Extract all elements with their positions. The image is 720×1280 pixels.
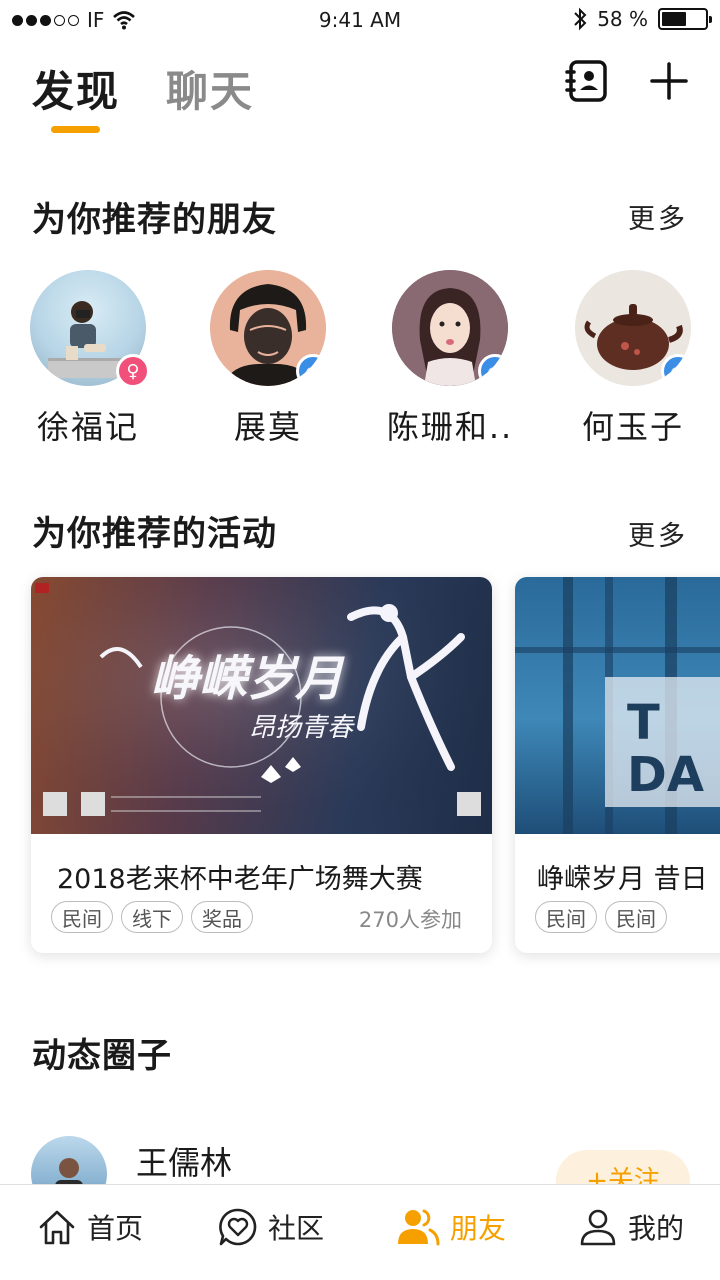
- status-right: 58 %: [573, 7, 712, 31]
- active-tab-indicator: [51, 126, 100, 133]
- avatar[interactable]: ♂: [210, 270, 326, 386]
- battery-icon: [658, 8, 712, 30]
- friends-more-link[interactable]: 更多: [628, 197, 688, 236]
- event-card[interactable]: T DA 峥嵘岁月 昔日 民间 民间: [515, 577, 720, 953]
- tag: 民间: [605, 901, 667, 933]
- male-gender-icon: ♂: [661, 354, 691, 386]
- friend-name: 徐福记: [36, 408, 139, 446]
- friends-icon: [398, 1209, 440, 1246]
- event-title: 峥嵘岁月 昔日: [537, 864, 708, 895]
- nav-profile[interactable]: 我的: [578, 1207, 684, 1247]
- nav-home[interactable]: 首页: [37, 1207, 143, 1247]
- bluetooth-icon: [574, 7, 587, 31]
- banner-headline: T DA: [627, 695, 704, 803]
- avatar[interactable]: ♂: [575, 270, 691, 386]
- event-banner[interactable]: T DA: [515, 577, 720, 834]
- event-banner[interactable]: 峥嵘岁月 昂扬青春: [31, 577, 492, 834]
- event-card[interactable]: 峥嵘岁月 昂扬青春 2018老来杯中老年广场舞大赛 民间 线下 奖品 270人参…: [31, 577, 492, 953]
- add-button[interactable]: [646, 58, 692, 104]
- tag: 民间: [535, 901, 597, 933]
- nav-home-label: 首页: [87, 1212, 144, 1245]
- tag: 线下: [121, 901, 183, 933]
- contacts-book-icon: [565, 60, 607, 102]
- plus-icon: [650, 62, 688, 100]
- event-tags: 民间 民间: [535, 901, 667, 933]
- events-more-link[interactable]: 更多: [628, 514, 688, 553]
- feed-section-title: 动态圈子: [32, 1036, 172, 1076]
- banner-subheadline: 昂扬青春: [249, 713, 354, 743]
- contacts-button[interactable]: [564, 58, 610, 104]
- nav-community-label: 社区: [268, 1212, 325, 1245]
- friend-card[interactable]: ♂ 陈珊和..: [360, 270, 540, 448]
- avatar[interactable]: ♀: [30, 270, 150, 388]
- top-tab-bar: 发现 聊天: [32, 58, 254, 119]
- nav-community[interactable]: 社区: [218, 1207, 324, 1247]
- heart-chat-icon: [219, 1208, 257, 1246]
- banner-headline: 峥嵘岁月: [151, 651, 344, 707]
- event-title: 2018老来杯中老年广场舞大赛: [57, 864, 423, 895]
- friend-card[interactable]: ♀ 徐福记: [0, 270, 178, 448]
- home-icon: [39, 1210, 75, 1245]
- nav-friends-label: 朋友: [450, 1212, 507, 1245]
- participant-count: 270人参加: [358, 908, 462, 932]
- friend-card[interactable]: ♂ 何玉子: [543, 270, 720, 448]
- avatar[interactable]: ♂: [392, 270, 508, 386]
- status-bar: IF 9:41 AM 58 %: [0, 0, 720, 40]
- tag: 民间: [51, 901, 113, 933]
- friends-list: ♀ 徐福记 ♂ 展莫 ♂ 陈珊和.. ♂ 何玉子: [0, 270, 720, 450]
- feed-user-name[interactable]: 王儒林: [136, 1138, 232, 1184]
- tag: 奖品: [191, 901, 253, 933]
- friends-section-title: 为你推荐的朋友: [32, 200, 277, 240]
- bottom-nav: 首页 社区 朋友 我的: [0, 1184, 720, 1280]
- friend-name: 何玉子: [581, 408, 684, 446]
- friend-card[interactable]: ♂ 展莫: [178, 270, 358, 448]
- user-icon: [580, 1209, 616, 1246]
- male-gender-icon: ♂: [478, 354, 508, 386]
- friend-name: 展莫: [233, 408, 302, 446]
- battery-percent: 58 %: [597, 7, 648, 31]
- male-gender-icon: ♂: [296, 354, 326, 386]
- female-gender-icon: ♀: [116, 354, 150, 388]
- tab-chat[interactable]: 聊天: [166, 58, 254, 119]
- events-section-title: 为你推荐的活动: [32, 514, 277, 554]
- nav-profile-label: 我的: [628, 1212, 685, 1245]
- header-actions: [564, 58, 692, 104]
- event-tags: 民间 线下 奖品: [51, 901, 253, 933]
- tab-discover[interactable]: 发现: [32, 58, 120, 119]
- nav-friends[interactable]: 朋友: [396, 1207, 506, 1247]
- friend-name: 陈珊和..: [386, 408, 514, 446]
